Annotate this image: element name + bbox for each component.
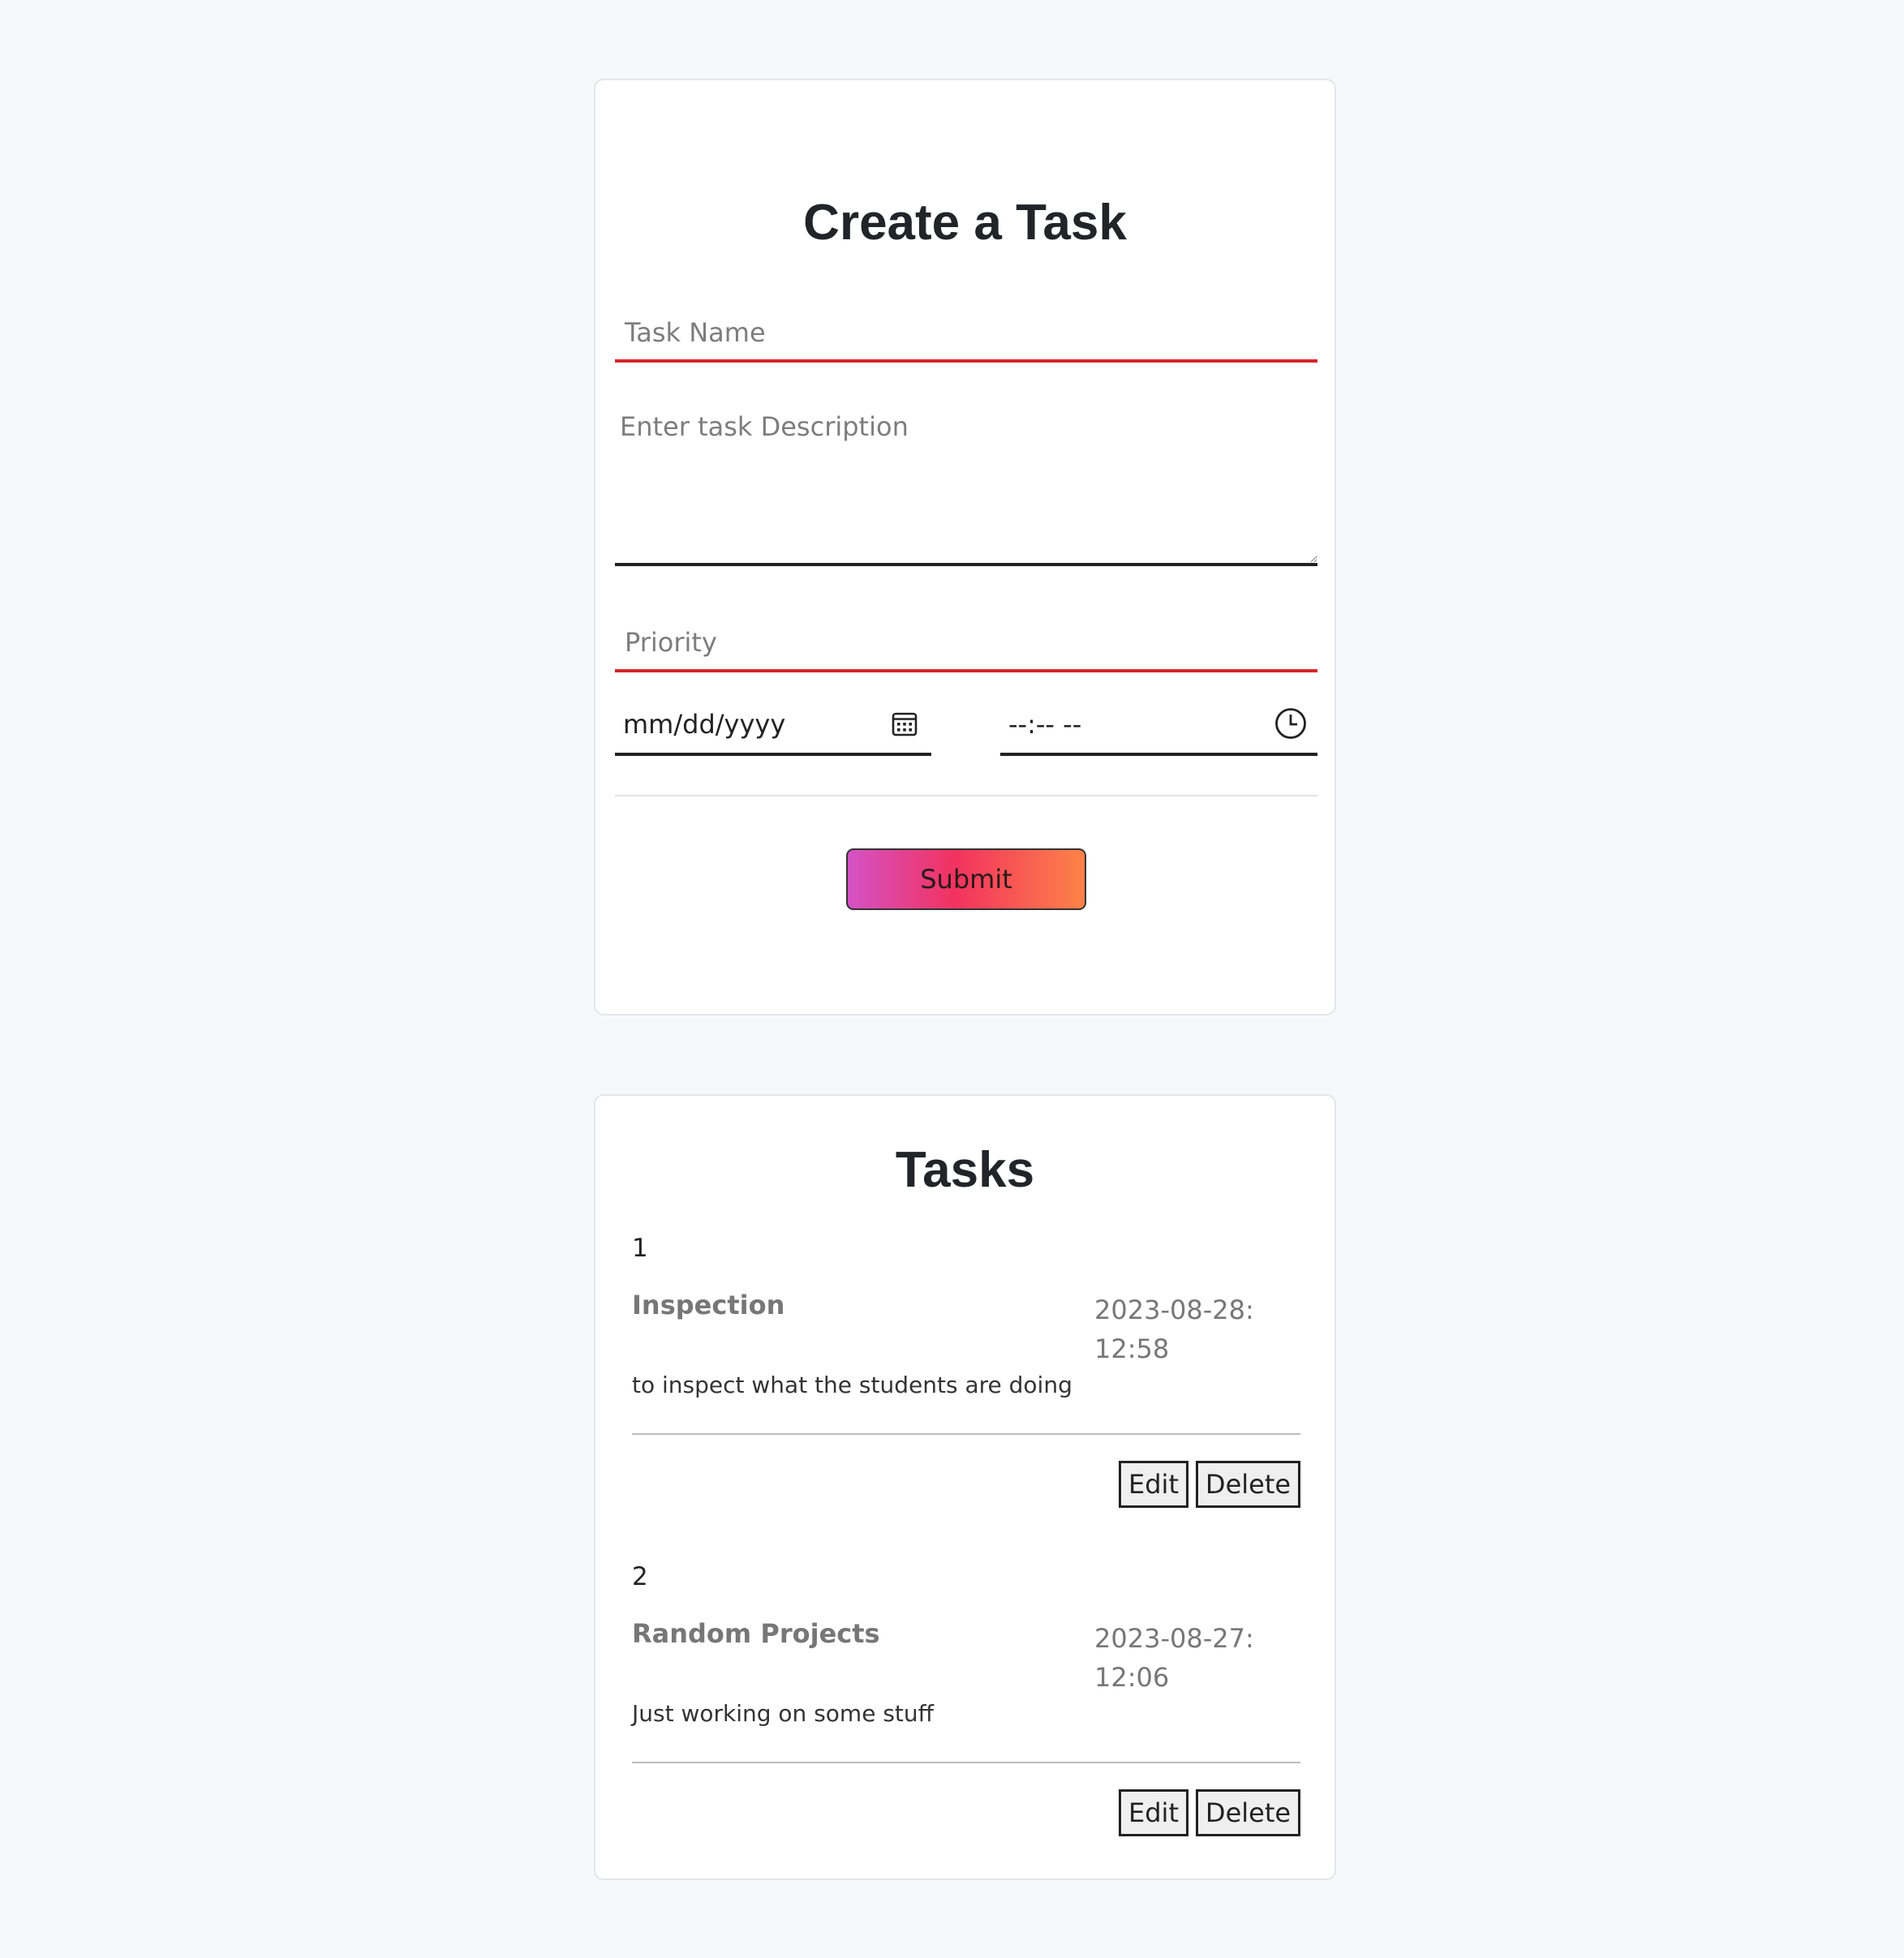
date-input[interactable]: mm/dd/yyyy bbox=[615, 697, 931, 756]
submit-button[interactable]: Submit bbox=[846, 848, 1086, 910]
task-item: 1 Inspection 2023-08-28: 12:58 to inspec… bbox=[632, 1234, 1300, 1513]
task-description: to inspect what the students are doing bbox=[632, 1372, 1072, 1398]
task-time: 12:58 bbox=[1094, 1333, 1170, 1364]
task-time: 12:06 bbox=[1094, 1662, 1170, 1693]
time-placeholder: --:-- -- bbox=[1008, 709, 1082, 740]
task-name: Random Projects bbox=[632, 1618, 880, 1649]
task-number: 1 bbox=[632, 1234, 648, 1263]
tasks-card: Tasks 1 Inspection 2023-08-28: 12:58 to … bbox=[594, 1094, 1336, 1880]
task-name-input[interactable] bbox=[615, 311, 1317, 363]
task-date: 2023-08-27: bbox=[1094, 1623, 1254, 1654]
priority-input[interactable] bbox=[615, 620, 1317, 672]
clock-icon[interactable] bbox=[1274, 706, 1308, 741]
task-description-input[interactable] bbox=[615, 405, 1317, 566]
form-divider bbox=[615, 795, 1317, 797]
time-input[interactable]: --:-- -- bbox=[1000, 697, 1317, 756]
edit-button[interactable]: Edit bbox=[1119, 1789, 1188, 1836]
task-divider bbox=[632, 1762, 1300, 1763]
task-description: Just working on some stuff bbox=[632, 1700, 934, 1727]
task-datetime: 2023-08-28: 12:58 bbox=[1094, 1290, 1257, 1368]
task-number: 2 bbox=[632, 1562, 648, 1591]
edit-button[interactable]: Edit bbox=[1119, 1461, 1188, 1508]
delete-button[interactable]: Delete bbox=[1196, 1789, 1300, 1836]
task-item: 2 Random Projects 2023-08-27: 12:06 Just… bbox=[632, 1562, 1300, 1841]
task-name: Inspection bbox=[632, 1290, 785, 1320]
create-task-title: Create a Task bbox=[803, 195, 1127, 251]
date-placeholder: mm/dd/yyyy bbox=[623, 709, 786, 740]
create-task-card: Create a Task mm/dd/yyyy --:-- -- bbox=[594, 79, 1336, 1015]
task-datetime: 2023-08-27: 12:06 bbox=[1094, 1619, 1257, 1697]
calendar-icon[interactable] bbox=[888, 706, 922, 741]
task-date: 2023-08-28: bbox=[1094, 1295, 1254, 1325]
task-divider bbox=[632, 1433, 1300, 1435]
tasks-title: Tasks bbox=[895, 1142, 1035, 1198]
delete-button[interactable]: Delete bbox=[1196, 1461, 1300, 1508]
